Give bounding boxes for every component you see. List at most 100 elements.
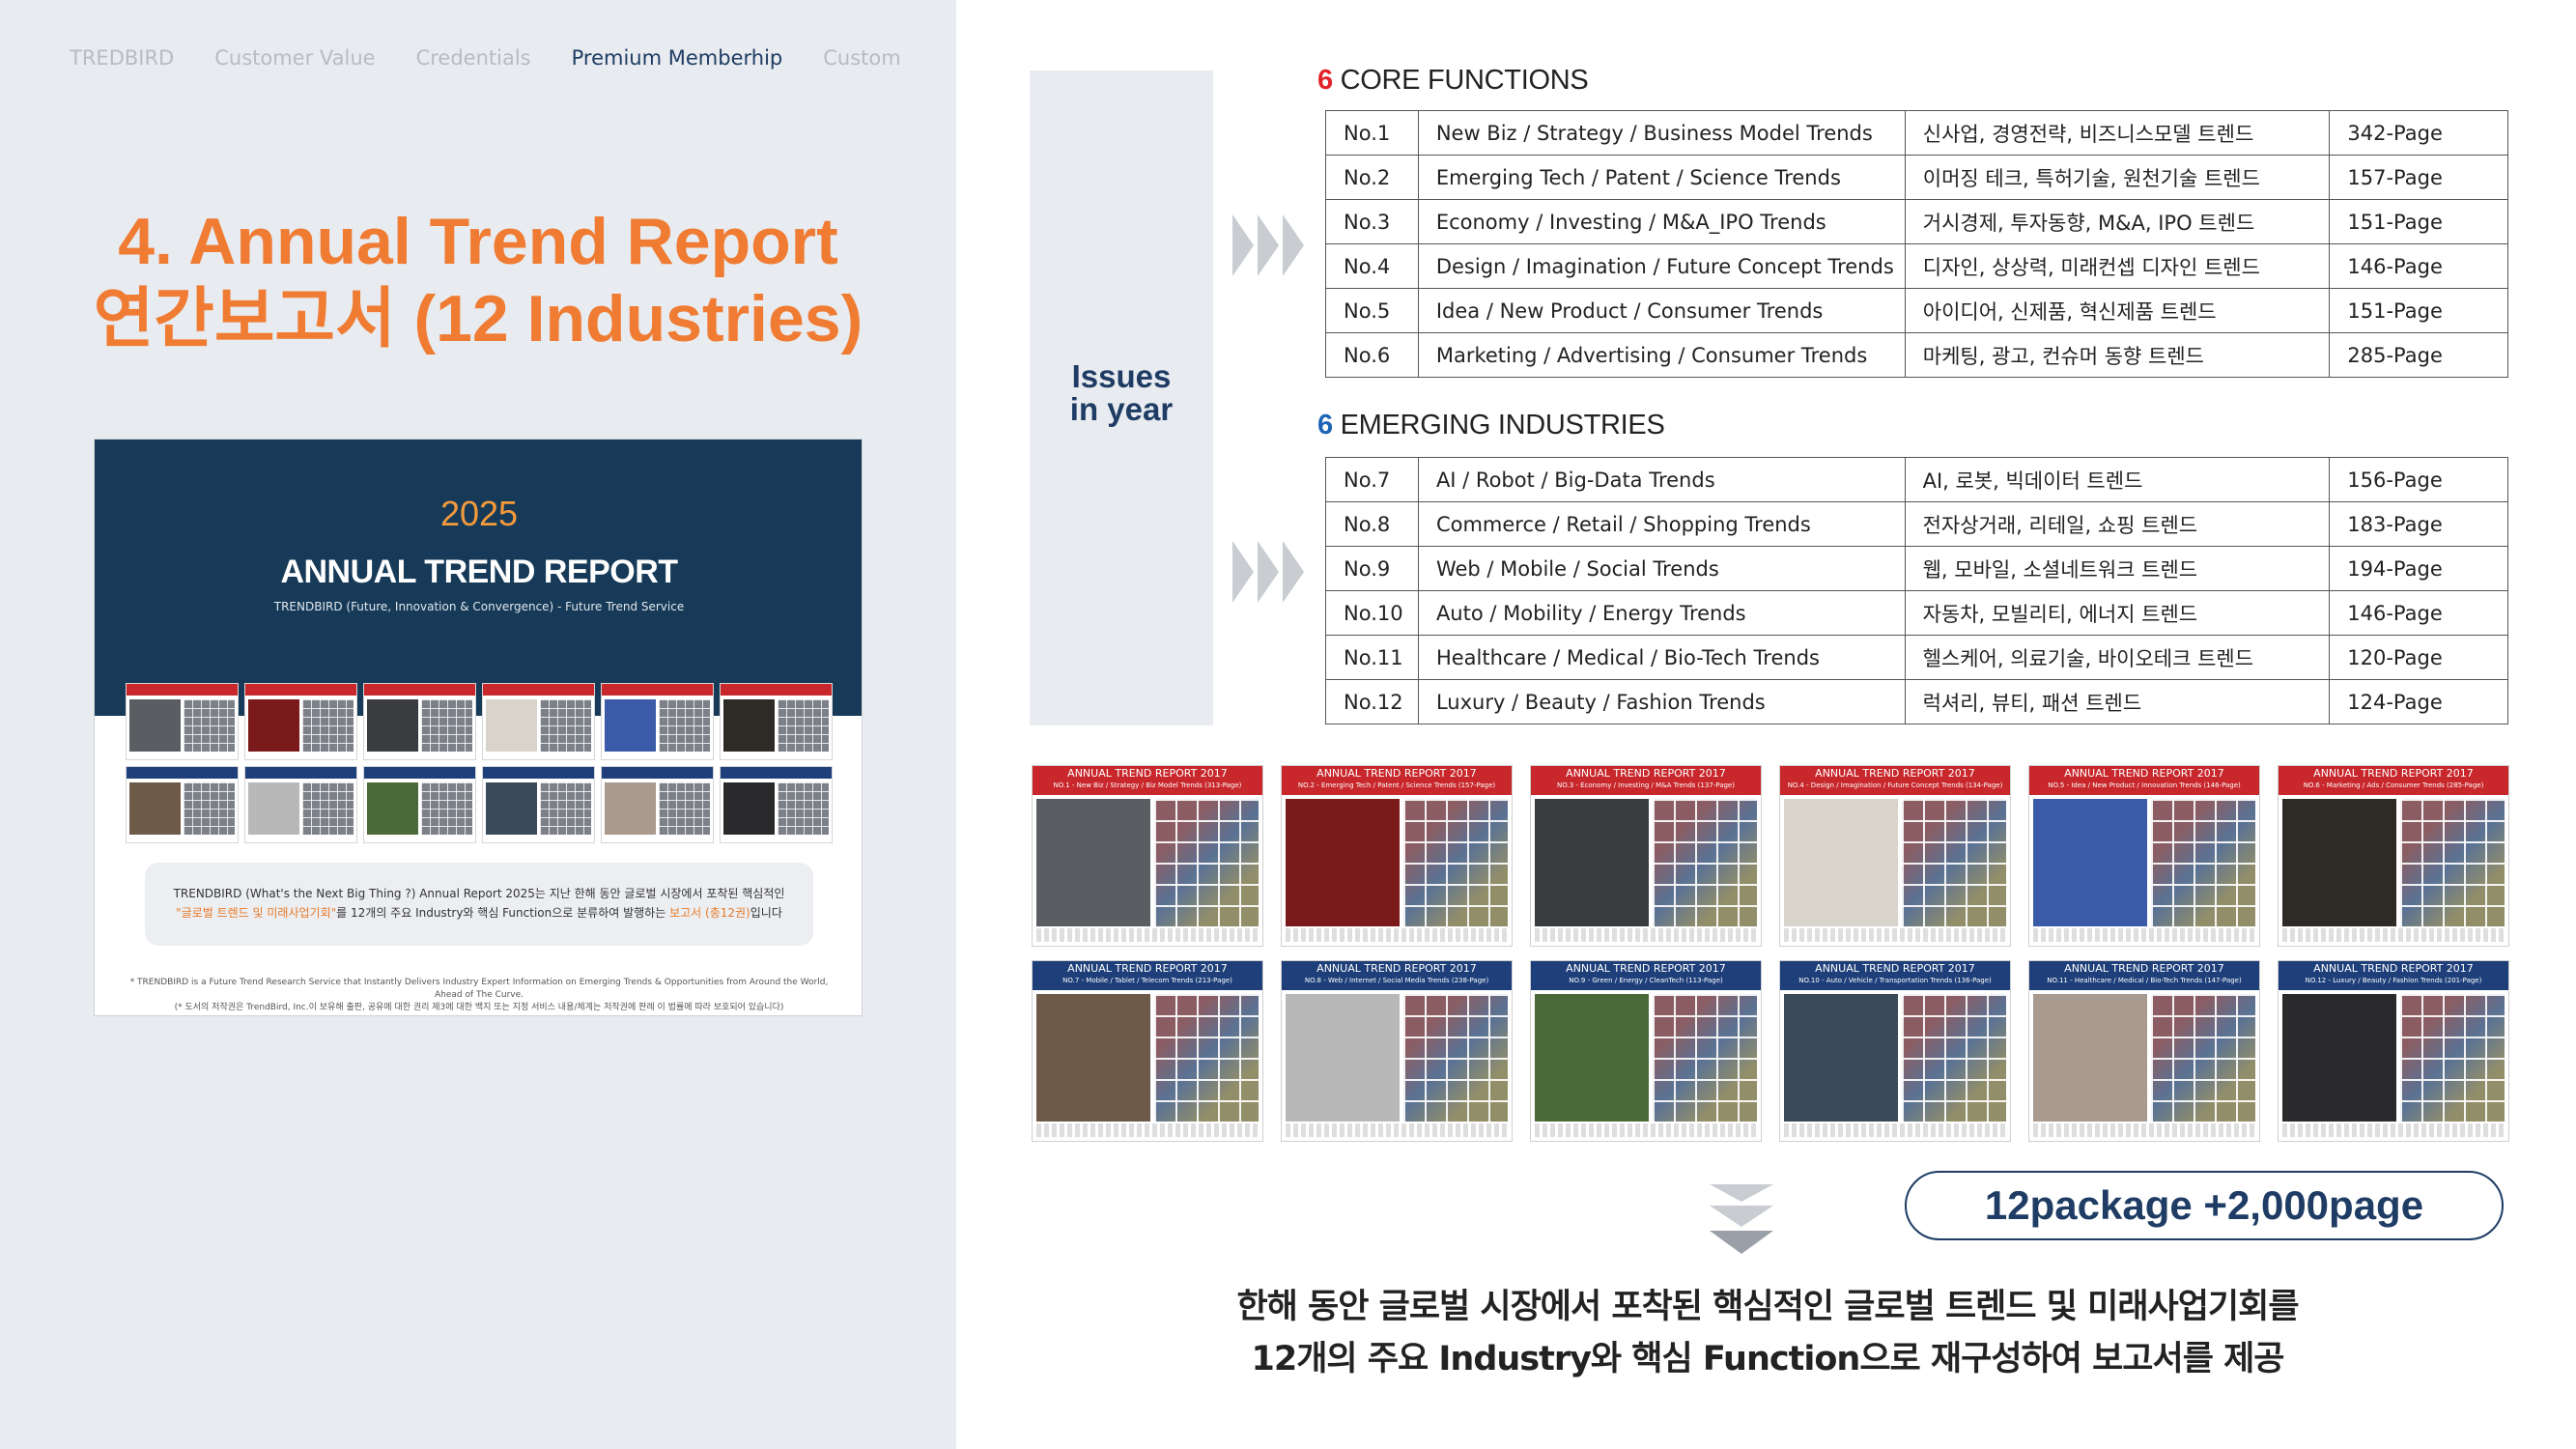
mini-report-thumbnail xyxy=(720,766,833,843)
report-name-ko: 마케팅, 광고, 컨슈머 동향 트렌드 xyxy=(1904,332,2331,378)
package-badge: 12package +2,000page xyxy=(1905,1171,2504,1240)
summary-line-1: 한해 동안 글로벌 시장에서 포착된 핵심적인 글로벌 트렌드 및 미래사업기회… xyxy=(1236,1288,2299,1326)
nav-item-1[interactable]: Customer Value xyxy=(214,46,375,75)
report-cover-title: ANNUAL TREND REPORT 2017 xyxy=(2313,767,2474,780)
report-cover-subtitle: NO.10 - Auto / Vehicle / Transportation … xyxy=(1798,977,1992,984)
report-cover: ANNUAL TREND REPORT 2017 NO.3 - Economy /… xyxy=(1530,765,1762,947)
report-cover: ANNUAL TREND REPORT 2017 NO.5 - Idea / Ne… xyxy=(2028,765,2260,947)
mini-report-tiles xyxy=(421,699,472,752)
report-number: No.3 xyxy=(1325,199,1419,244)
report-cover-footer xyxy=(1535,1123,1757,1137)
mini-report-hero-image xyxy=(367,782,418,835)
table-row: No.1 New Biz / Strategy / Business Model … xyxy=(1325,110,2508,156)
summary-line-2: 12개의 주요 Industry와 핵심 Function으로 재구성하여 보고… xyxy=(1251,1340,2285,1378)
report-cover-band: ANNUAL TREND REPORT 2017 NO.8 - Web / Int… xyxy=(1282,961,1512,990)
mini-report-band xyxy=(602,684,713,696)
report-pages: 151-Page xyxy=(2329,288,2508,333)
report-cover: ANNUAL TREND REPORT 2017 NO.1 - New Biz /… xyxy=(1032,765,1263,947)
title-line-1: 4. Annual Trend Report xyxy=(118,205,838,278)
report-cover-band: ANNUAL TREND REPORT 2017 NO.3 - Economy /… xyxy=(1531,766,1761,795)
report-cover: ANNUAL TREND REPORT 2017 NO.7 - Mobile / … xyxy=(1032,960,1263,1142)
report-name-en: Idea / New Product / Consumer Trends xyxy=(1417,288,1906,333)
report-cover-title: ANNUAL TREND REPORT 2017 xyxy=(1316,962,1477,975)
report-cover-footer xyxy=(1784,928,2006,942)
cover-subtitle: TRENDBIRD (Future, Innovation & Converge… xyxy=(273,600,685,613)
report-cover-footer xyxy=(2033,1123,2255,1137)
mini-report-band xyxy=(127,767,238,779)
mini-report-tiles xyxy=(659,782,710,835)
report-name-en: Marketing / Advertising / Consumer Trend… xyxy=(1417,332,1906,378)
cover-description-box: TRENDBIRD (What's the Next Big Thing ?) … xyxy=(145,863,813,946)
mini-report-band xyxy=(364,767,475,779)
mini-report-band xyxy=(483,767,594,779)
mini-report-thumbnail xyxy=(601,683,714,760)
report-name-ko: 전자상거래, 리테일, 쇼핑 트렌드 xyxy=(1904,501,2331,547)
report-pages: 342-Page xyxy=(2329,110,2508,156)
mini-report-tiles xyxy=(302,782,354,835)
cover-highlight-2: 보고서 (총12권) xyxy=(669,906,750,920)
report-cover-hero-image xyxy=(1784,799,1898,926)
cover-description-mid: 를 12개의 주요 Industry와 핵심 Function으로 분류하여 발… xyxy=(336,906,670,920)
report-number: No.2 xyxy=(1325,155,1419,200)
mini-report-band xyxy=(245,684,356,696)
nav-item-0[interactable]: TREDBIRD xyxy=(70,46,174,75)
report-cover-subtitle: NO.5 - Idea / New Product / Innovation T… xyxy=(2048,781,2241,789)
nav-item-3[interactable]: Premium Memberhip xyxy=(572,46,783,75)
report-name-ko: 이머징 테크, 특허기술, 원천기술 트렌드 xyxy=(1904,155,2331,200)
report-cover-footer xyxy=(2282,928,2505,942)
cover-footnote-line-2: (* 도서의 저작권은 TrendBird, Inc.이 보유해 출판, 공유에… xyxy=(174,1003,784,1012)
report-cover-footer xyxy=(1036,928,1259,942)
report-cover: ANNUAL TREND REPORT 2017 NO.12 - Luxury /… xyxy=(2278,960,2509,1142)
report-name-en: Design / Imagination / Future Concept Tr… xyxy=(1417,243,1906,289)
report-covers-grid: ANNUAL TREND REPORT 2017 NO.1 - New Biz /… xyxy=(1032,765,2509,1142)
mini-report-hero-image xyxy=(367,699,418,752)
table-row: No.3 Economy / Investing / M&A_IPO Trends… xyxy=(1325,199,2508,244)
mini-report-thumbnail xyxy=(363,766,476,843)
report-cover-hero-image xyxy=(1535,799,1649,926)
mini-report-hero-image xyxy=(723,699,775,752)
report-name-ko: 웹, 모바일, 소셜네트워크 트렌드 xyxy=(1904,546,2331,591)
mini-report-tiles xyxy=(778,782,829,835)
mini-report-band xyxy=(245,767,356,779)
report-cover-hero-image xyxy=(1286,799,1400,926)
emerging-industries-count: 6 xyxy=(1317,410,1333,440)
cover-highlight-1: "글로벌 트렌드 및 미래사업기회" xyxy=(176,906,337,920)
mini-report-tiles xyxy=(184,699,235,752)
table-row: No.8 Commerce / Retail / Shopping Trends 전… xyxy=(1325,501,2508,547)
report-cover: ANNUAL TREND REPORT 2017 NO.10 - Auto / V… xyxy=(1779,960,2011,1142)
cover-description-end: 입니다 xyxy=(750,906,782,920)
report-cover-footer xyxy=(2033,928,2255,942)
summary-text: 한해 동안 글로벌 시장에서 포착된 핵심적인 글로벌 트렌드 및 미래사업기회… xyxy=(1024,1281,2511,1385)
report-cover-subtitle: NO.4 - Design / Imagination / Future Con… xyxy=(1787,781,2003,789)
report-cover-subtitle: NO.7 - Mobile / Tablet / Telecom Trends … xyxy=(1062,977,1232,984)
report-cover-subtitle: NO.1 - New Biz / Strategy / Biz Model Tr… xyxy=(1053,781,1242,789)
report-cover-band: ANNUAL TREND REPORT 2017 NO.9 - Green / E… xyxy=(1531,961,1761,990)
core-functions-heading: 6 CORE FUNCTIONS xyxy=(1317,65,1589,97)
report-cover-band: ANNUAL TREND REPORT 2017 NO.2 - Emerging … xyxy=(1282,766,1512,795)
report-pages: 157-Page xyxy=(2329,155,2508,200)
report-cover-hero-image xyxy=(1036,799,1150,926)
table-row: No.12 Luxury / Beauty / Fashion Trends 럭셔리… xyxy=(1325,679,2508,724)
core-functions-table: No.1 New Biz / Strategy / Business Model … xyxy=(1325,110,2508,378)
report-cover-hero-image xyxy=(2033,799,2147,926)
mini-report-thumbnail xyxy=(126,766,239,843)
cover-footnote-line-1: * TRENDBIRD is a Future Trend Research S… xyxy=(129,978,829,1000)
table-row: No.6 Marketing / Advertising / Consumer T… xyxy=(1325,332,2508,378)
report-cover-title: ANNUAL TREND REPORT 2017 xyxy=(1316,767,1477,780)
report-name-ko: 자동차, 모빌리티, 에너지 트렌드 xyxy=(1904,590,2331,636)
report-cover-tiles xyxy=(1902,799,2006,926)
nav-item-4[interactable]: Custom xyxy=(823,46,900,75)
report-number: No.10 xyxy=(1325,590,1419,636)
mini-report-thumbnail xyxy=(720,683,833,760)
cover-description-line-1: TRENDBIRD (What's the Next Big Thing ?) … xyxy=(173,887,785,900)
report-cover-tiles xyxy=(1902,994,2006,1122)
report-cover: ANNUAL TREND REPORT 2017 NO.11 - Healthca… xyxy=(2028,960,2260,1142)
report-name-en: Economy / Investing / M&A_IPO Trends xyxy=(1417,199,1906,244)
report-cover-band: ANNUAL TREND REPORT 2017 NO.6 - Marketing… xyxy=(2279,766,2508,795)
mini-report-hero-image xyxy=(605,699,656,752)
report-cover-hero-image xyxy=(1036,994,1150,1122)
top-nav: TREDBIRD Customer Value Credentials Premium… xyxy=(70,46,901,75)
nav-item-2[interactable]: Credentials xyxy=(416,46,531,75)
mini-report-tiles xyxy=(659,699,710,752)
report-cover-band: ANNUAL TREND REPORT 2017 NO.5 - Idea / Ne… xyxy=(2029,766,2259,795)
